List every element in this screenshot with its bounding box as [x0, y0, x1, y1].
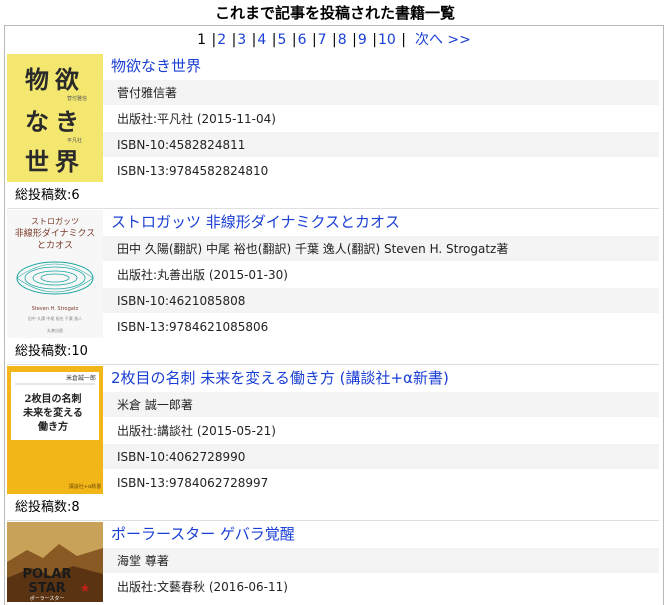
- page-separator: |: [251, 32, 257, 48]
- total-posts: 総投稿数:8: [15, 500, 80, 515]
- total-posts: 総投稿数:10: [15, 344, 88, 359]
- svg-text:未来を変える: 未来を変える: [22, 406, 83, 419]
- svg-text:2枚目の名刺: 2枚目の名刺: [25, 392, 82, 405]
- book-title-link[interactable]: ストロガッツ 非線形ダイナミクスとカオス: [111, 212, 400, 232]
- entry-divider: [7, 520, 659, 521]
- book-list-frame: 1 |2 |3 |4 |5 |6 |7 |8 |9 |10 | 次へ >> 物欲 …: [4, 25, 664, 605]
- page-separator: |: [352, 32, 357, 48]
- book-author: 菅付雅信著: [103, 80, 659, 106]
- book-cover-image: 米倉誠一郎 2枚目の名刺 未来を変える 働き方 講談社+α新書: [7, 366, 103, 494]
- book-entry: 米倉誠一郎 2枚目の名刺 未来を変える 働き方 講談社+α新書 2枚目の名刺 未…: [7, 366, 659, 524]
- svg-text:POLAR: POLAR: [23, 567, 72, 582]
- book-publisher: 出版社:講談社 (2015-05-21): [103, 418, 659, 444]
- page-separator: |: [271, 32, 277, 48]
- book-publisher: 出版社:文藝春秋 (2016-06-11): [103, 574, 659, 600]
- page-link-4[interactable]: 4: [257, 32, 266, 48]
- page-link-8[interactable]: 8: [338, 32, 347, 48]
- book-cover[interactable]: 米倉誠一郎 2枚目の名刺 未来を変える 働き方 講談社+α新書: [7, 366, 103, 494]
- page-separator: |: [211, 32, 217, 48]
- page-separator: |: [291, 32, 297, 48]
- next-page-link[interactable]: 次へ >>: [415, 32, 471, 48]
- book-entry: POLAR STAR ★ ポーラースター ポーラースター ゲバラ覚醒 海堂 尊著…: [7, 522, 659, 602]
- svg-text:平凡社: 平凡社: [67, 137, 82, 144]
- book-entry: ストロガッツ 非線形ダイナミクス とカオス Steven H. Strogatz…: [7, 210, 659, 368]
- book-isbn13: ISBN-13:9784582824810: [103, 158, 659, 184]
- book-publisher: 出版社:平凡社 (2015-11-04): [103, 106, 659, 132]
- book-cover-image: 物欲 菅付雅信 なき 平凡社 世界: [7, 54, 103, 182]
- svg-text:ポーラースター: ポーラースター: [30, 595, 65, 602]
- book-title-link[interactable]: 物欲なき世界: [111, 56, 201, 76]
- svg-text:世界: 世界: [25, 147, 85, 176]
- svg-text:Steven H. Strogatz: Steven H. Strogatz: [32, 306, 79, 312]
- page-separator: |: [401, 32, 406, 48]
- book-isbn10: ISBN-10:4062728990: [103, 444, 659, 470]
- book-isbn13: ISBN-13:9784621085806: [103, 314, 659, 340]
- entry-divider: [7, 208, 659, 209]
- entry-divider: [7, 364, 659, 365]
- book-isbn10: ISBN-10:4621085808: [103, 288, 659, 314]
- svg-text:非線形ダイナミクス: 非線形ダイナミクス: [15, 227, 96, 239]
- pagination: 1 |2 |3 |4 |5 |6 |7 |8 |9 |10 | 次へ >>: [5, 31, 663, 49]
- page-link-3[interactable]: 3: [237, 32, 246, 48]
- page-separator: |: [372, 32, 377, 48]
- book-isbn10: ISBN-10:4582824811: [103, 132, 659, 158]
- svg-text:菅付雅信: 菅付雅信: [67, 95, 87, 102]
- book-cover[interactable]: ストロガッツ 非線形ダイナミクス とカオス Steven H. Strogatz…: [7, 210, 103, 338]
- svg-text:ストロガッツ: ストロガッツ: [31, 216, 79, 226]
- book-isbn13: ISBN-13:9784062728997: [103, 470, 659, 496]
- svg-text:働き方: 働き方: [37, 420, 68, 433]
- svg-text:なき: なき: [25, 107, 85, 136]
- book-author: 米倉 誠一郎著: [103, 392, 659, 418]
- book-publisher: 出版社:丸善出版 (2015-01-30): [103, 262, 659, 288]
- page-separator: |: [231, 32, 237, 48]
- page-link-9[interactable]: 9: [358, 32, 367, 48]
- page-link-10[interactable]: 10: [378, 32, 396, 48]
- svg-text:丸善出版: 丸善出版: [47, 327, 63, 333]
- total-posts: 総投稿数:6: [15, 188, 80, 203]
- svg-text:田中 久陽 中尾 裕也 千葉 逸人: 田中 久陽 中尾 裕也 千葉 逸人: [28, 315, 82, 321]
- page-current: 1: [197, 32, 207, 48]
- book-cover-image: ストロガッツ 非線形ダイナミクス とカオス Steven H. Strogatz…: [7, 210, 103, 338]
- page-link-5[interactable]: 5: [277, 32, 286, 48]
- svg-text:物欲: 物欲: [25, 65, 85, 94]
- page-link-7[interactable]: 7: [318, 32, 327, 48]
- svg-text:★: ★: [80, 581, 91, 595]
- page-separator: |: [311, 32, 317, 48]
- svg-text:米倉誠一郎: 米倉誠一郎: [66, 374, 96, 382]
- book-cover-image: POLAR STAR ★ ポーラースター: [7, 522, 103, 602]
- book-entry: 物欲 菅付雅信 なき 平凡社 世界 物欲なき世界 菅付雅信著 出版社:平凡社 (…: [7, 54, 659, 212]
- book-author: 海堂 尊著: [103, 548, 659, 574]
- book-author: 田中 久陽(翻訳) 中尾 裕也(翻訳) 千葉 逸人(翻訳) Steven H. …: [103, 236, 659, 262]
- book-cover[interactable]: POLAR STAR ★ ポーラースター: [7, 522, 103, 602]
- page-title: これまで記事を投稿された書籍一覧: [214, 4, 455, 22]
- page-link-2[interactable]: 2: [217, 32, 226, 48]
- svg-text:STAR: STAR: [28, 581, 65, 596]
- svg-text:講談社+α新書: 講談社+α新書: [69, 483, 102, 490]
- book-cover[interactable]: 物欲 菅付雅信 なき 平凡社 世界: [7, 54, 103, 182]
- svg-text:とカオス: とカオス: [37, 240, 73, 251]
- book-title-link[interactable]: 2枚目の名刺 未来を変える働き方 (講談社+α新書): [111, 368, 449, 388]
- page-link-6[interactable]: 6: [298, 32, 307, 48]
- page-separator: |: [332, 32, 337, 48]
- book-title-link[interactable]: ポーラースター ゲバラ覚醒: [111, 524, 295, 544]
